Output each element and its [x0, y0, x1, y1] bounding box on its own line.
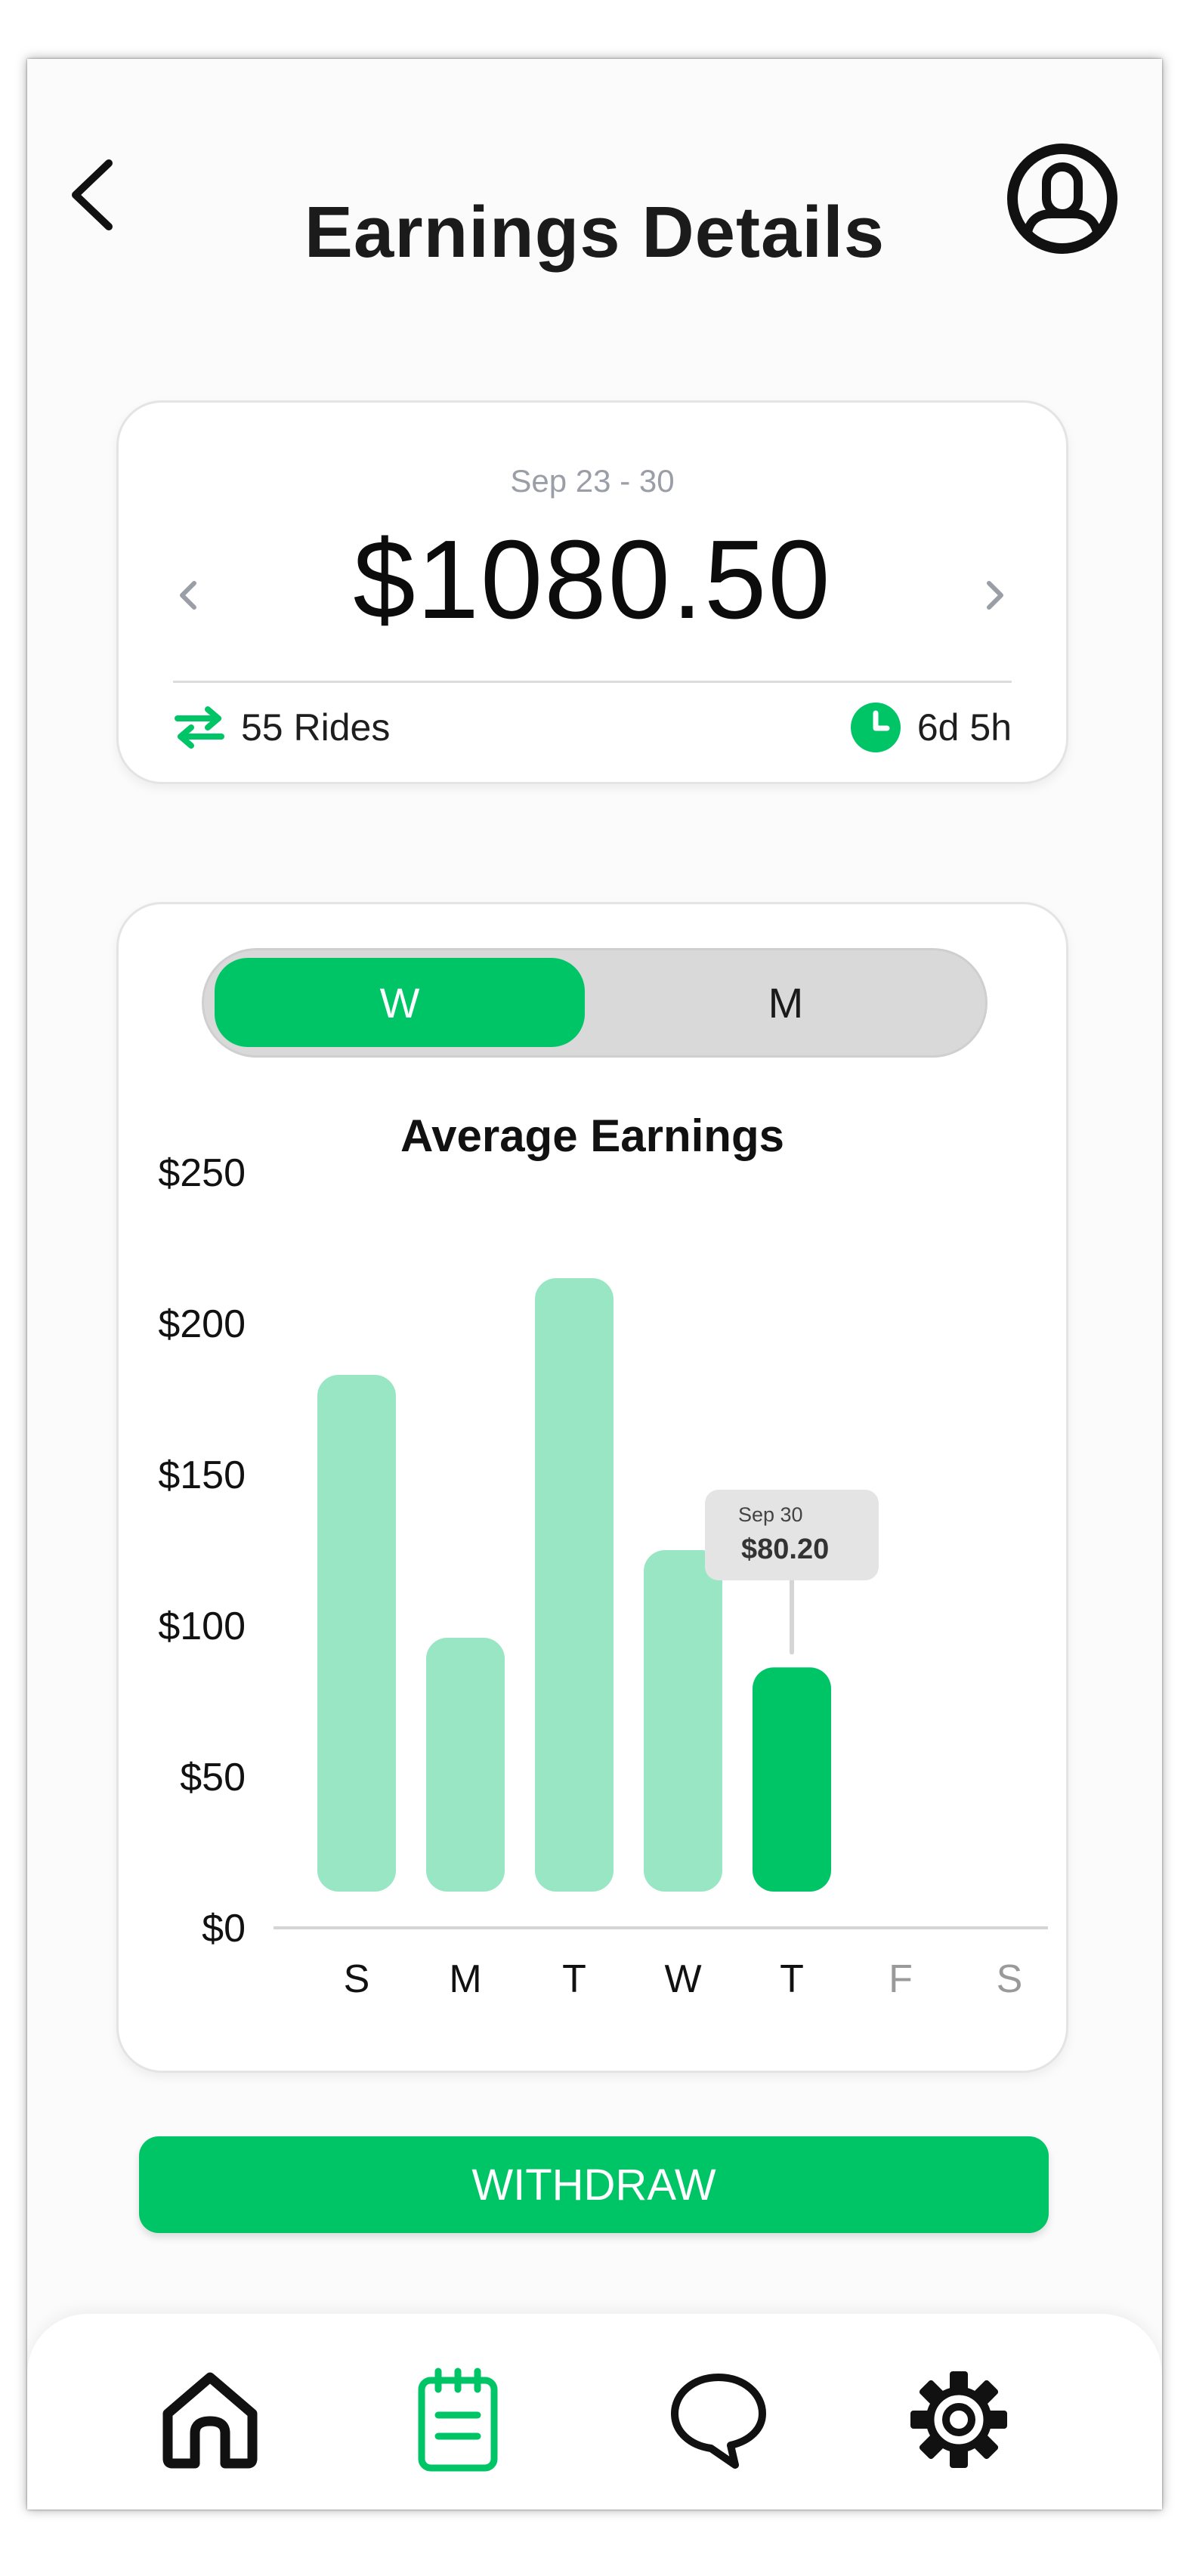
tooltip-date: Sep 30 [738, 1503, 803, 1526]
x-tick-label: S [997, 1957, 1023, 2001]
bar-highlighted[interactable] [753, 1667, 831, 1892]
bar-tooltip: Sep 30 $80.20 [705, 1490, 879, 1580]
notepad-icon [418, 2368, 498, 2472]
x-tick-label: T [780, 1957, 804, 2001]
total-earnings-amount: $1080.50 [353, 517, 832, 642]
card-divider [173, 681, 1012, 683]
next-period-button[interactable] [972, 565, 1018, 625]
x-tick-label: T [562, 1957, 586, 2001]
nav-earnings-button[interactable] [405, 2367, 511, 2473]
x-tick-label: S [344, 1957, 370, 2001]
y-tick-label: $150 [158, 1453, 246, 1497]
bottom-navigation [27, 2314, 1162, 2510]
chat-bubble-icon [671, 2374, 766, 2469]
nav-messages-button[interactable] [666, 2367, 771, 2473]
x-tick-label: W [664, 1957, 701, 2001]
online-time: 6d 5h [916, 706, 1012, 749]
phone-screen: Earnings Details Sep 23 - 30 $1080.50 55… [27, 59, 1162, 2510]
withdraw-button[interactable]: WITHDRAW [139, 2136, 1049, 2233]
y-tick-label: $100 [158, 1605, 246, 1648]
earnings-bar-chart: $0 $50 $100 $150 $200 $250 S M T W T F S [158, 1151, 1048, 2001]
earnings-summary-card: Sep 23 - 30 $1080.50 55 Rides 6d 5h [116, 400, 1068, 784]
bar[interactable] [317, 1375, 396, 1892]
date-range: Sep 23 - 30 [510, 463, 675, 499]
rides-stat: 55 Rides [173, 697, 390, 758]
y-tick-label: $200 [158, 1302, 246, 1346]
page-title: Earnings Details [304, 192, 886, 273]
home-icon [162, 2372, 258, 2469]
nav-settings-button[interactable] [906, 2367, 1012, 2473]
nav-home-button[interactable] [157, 2367, 263, 2473]
y-tick-label: $50 [180, 1756, 246, 1799]
y-tick-label: $250 [158, 1151, 246, 1195]
time-stat: 6d 5h [849, 697, 1012, 758]
y-tick-label: $0 [202, 1907, 246, 1951]
x-tick-label: F [889, 1957, 913, 2001]
x-tick-label: M [449, 1957, 481, 2001]
tooltip-value: $80.20 [741, 1534, 830, 1565]
chevron-right-icon [987, 581, 1003, 610]
clock-icon [850, 703, 901, 752]
bar[interactable] [535, 1278, 614, 1892]
profile-button[interactable] [1002, 138, 1123, 259]
bar[interactable] [426, 1638, 505, 1892]
rides-count: 55 Rides [241, 706, 391, 749]
swap-arrows-icon [175, 706, 224, 749]
settings-gear-icon [910, 2371, 1007, 2468]
bar[interactable] [644, 1550, 722, 1892]
user-profile-icon [1007, 144, 1117, 254]
earnings-chart-card: W M Average Earnings $0 $50 $100 $150 $200 $2… [116, 902, 1068, 2073]
